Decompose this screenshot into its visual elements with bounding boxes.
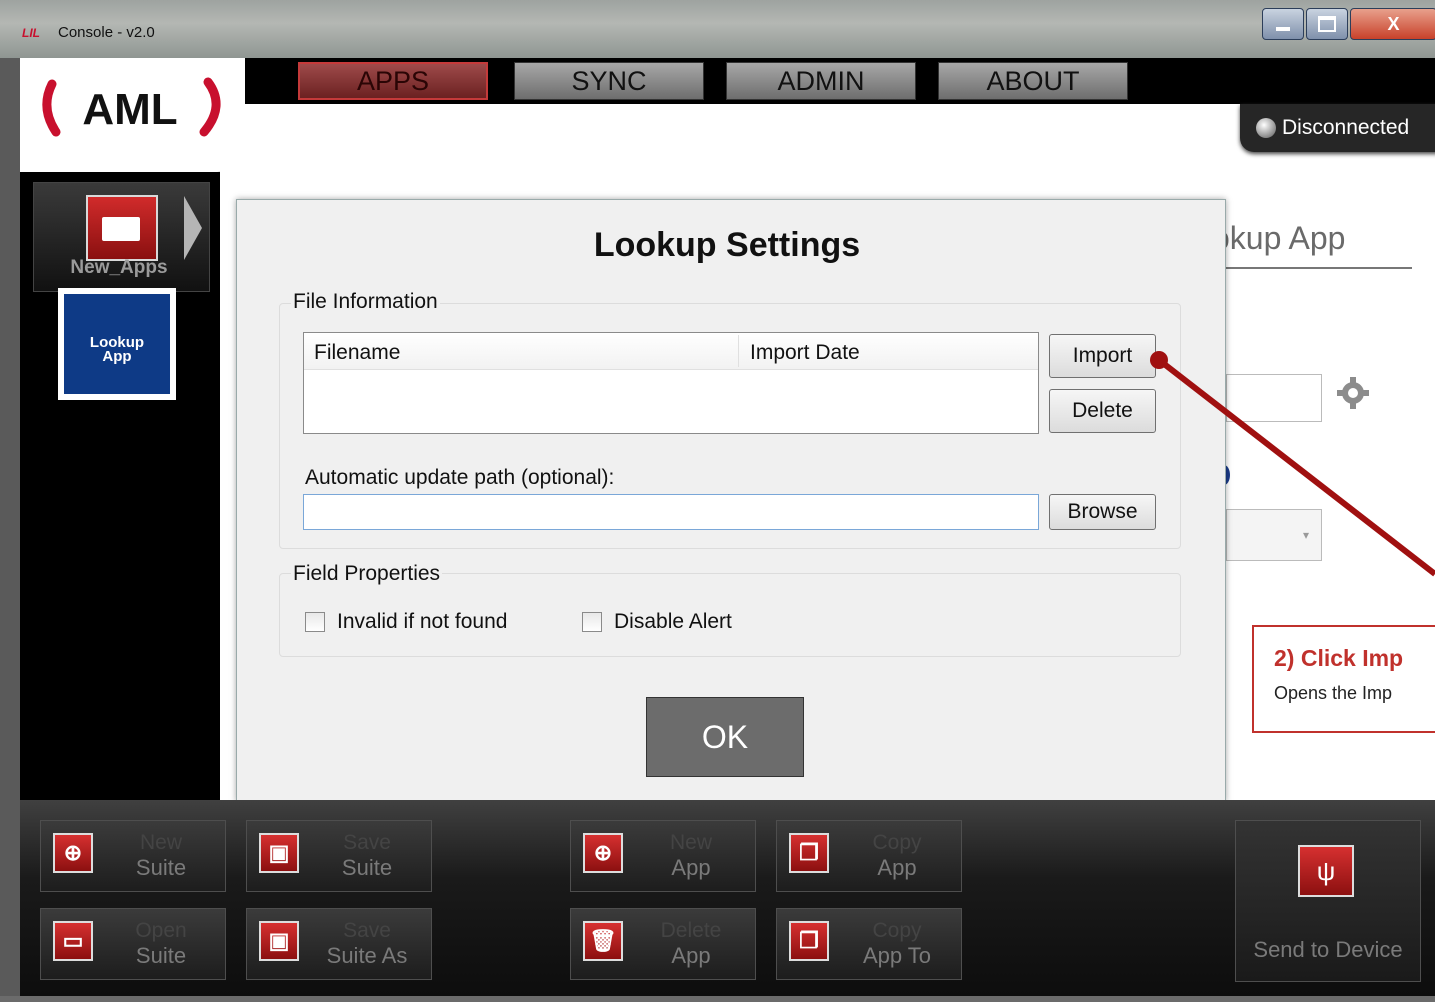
app-tile-inner: Lookup App <box>64 294 170 394</box>
maximize-icon <box>1318 16 1336 32</box>
update-path-label: Automatic update path (optional): <box>305 466 615 489</box>
save-suite-label-1: Save <box>343 831 391 854</box>
send-to-device-label: Send to Device <box>1253 937 1403 962</box>
gear-icon[interactable] <box>1336 376 1370 410</box>
field-properties-label: Field Properties <box>291 562 443 586</box>
window-bottom-border <box>0 996 1435 1002</box>
tab-admin[interactable]: ADMIN <box>726 62 916 100</box>
file-list-header: Filename Import Date <box>304 333 1038 370</box>
save-suite-as-button[interactable]: ▣ Save Suite As <box>246 908 432 980</box>
minimize-button[interactable] <box>1262 8 1304 40</box>
dialog-title: Lookup Settings <box>593 226 861 264</box>
behind-dropdown[interactable]: ▾ <box>1226 509 1322 561</box>
app-mini-logo: LIL <box>22 26 40 40</box>
invalid-if-not-found-label[interactable]: Invalid if not found <box>337 610 507 634</box>
delete-button[interactable]: Delete <box>1049 389 1156 433</box>
file-list[interactable]: Filename Import Date <box>303 332 1039 434</box>
app-tile-line2: App <box>102 348 132 365</box>
open-suite-label-2: Suite <box>135 943 187 968</box>
save-suite-as-label-2: Suite As <box>326 943 408 968</box>
maximize-button[interactable] <box>1306 8 1348 40</box>
new-suite-label-1: New <box>139 831 182 854</box>
column-filename[interactable]: Filename <box>314 341 400 365</box>
new-suite-label-2: Suite <box>135 855 187 880</box>
delete-app-label-1: Delete <box>660 919 722 942</box>
aml-logo: AML <box>42 77 221 137</box>
import-button[interactable]: Import <box>1049 334 1156 378</box>
update-path-input[interactable] <box>303 494 1039 530</box>
disable-alert-checkbox[interactable] <box>582 612 602 632</box>
close-button[interactable]: X <box>1350 8 1435 40</box>
browse-button[interactable]: Browse <box>1049 494 1156 530</box>
copy-app-to-label-1: Copy <box>872 919 922 942</box>
window-title: Console - v2.0 <box>58 24 155 41</box>
save-icon: ▣ <box>259 833 299 873</box>
expand-arrow-icon[interactable] <box>184 196 202 260</box>
tab-apps[interactable]: APPS <box>298 62 488 100</box>
callout-subtitle: Opens the Imp <box>1274 683 1393 703</box>
app-title-behind: okup App <box>1212 220 1412 269</box>
lookup-settings-dialog: Lookup Settings File Information Filenam… <box>236 199 1226 802</box>
save-suite-button[interactable]: ▣ Save Suite <box>246 820 432 892</box>
save-as-icon: ▣ <box>259 921 299 961</box>
new-app-label-1: New <box>669 831 712 854</box>
copy-app-to-button[interactable]: ❐ Copy App To <box>776 908 962 980</box>
tutorial-callout: 2) Click Imp Opens the Imp <box>1252 625 1435 733</box>
open-suite-label-1: Open <box>135 919 187 942</box>
disable-alert-label[interactable]: Disable Alert <box>614 610 732 634</box>
open-suite-button[interactable]: ▭ Open Suite <box>40 908 226 980</box>
column-divider <box>738 335 739 367</box>
copy-icon: ❐ <box>789 833 829 873</box>
save-suite-label-2: Suite <box>341 855 393 880</box>
copy-app-button[interactable]: ❐ Copy App <box>776 820 962 892</box>
trash-icon: 🗑 <box>583 921 623 961</box>
tab-sync[interactable]: SYNC <box>514 62 704 100</box>
copy-to-icon: ❐ <box>789 921 829 961</box>
status-led-icon <box>1256 118 1276 138</box>
plus-icon: ⊕ <box>583 833 623 873</box>
save-suite-as-label-1: Save <box>343 919 391 942</box>
folder-icon <box>86 195 158 261</box>
window-title-bar[interactable]: LIL Console - v2.0 X <box>0 0 1435 58</box>
send-to-device-button[interactable]: ψ Send to Device <box>1235 820 1421 982</box>
aml-logo-text: AML <box>82 85 177 134</box>
app-tile-lookup[interactable]: Lookup App <box>58 288 176 400</box>
invalid-if-not-found-checkbox[interactable] <box>305 612 325 632</box>
copy-app-to-label-2: App To <box>862 943 932 968</box>
connection-status: Disconnected <box>1240 104 1435 152</box>
delete-app-button[interactable]: 🗑 Delete App <box>570 908 756 980</box>
callout-title: 2) Click Imp <box>1274 645 1404 671</box>
usb-icon: ψ <box>1298 845 1354 897</box>
minimize-icon <box>1276 27 1290 31</box>
column-import-date[interactable]: Import Date <box>750 341 860 365</box>
folder-label: New_Apps <box>70 257 168 278</box>
ok-button[interactable]: OK <box>646 697 804 777</box>
connection-status-label: Disconnected <box>1282 116 1410 139</box>
tab-about[interactable]: ABOUT <box>938 62 1128 100</box>
file-information-label: File Information <box>291 290 440 314</box>
open-folder-icon: ▭ <box>53 921 93 961</box>
close-icon: X <box>1387 13 1400 34</box>
delete-app-label-2: App <box>671 943 711 968</box>
copy-app-label-2: App <box>877 855 917 880</box>
chevron-down-icon: ▾ <box>1303 528 1310 542</box>
new-suite-button[interactable]: ⊕ New Suite <box>40 820 226 892</box>
copy-app-label-1: Copy <box>872 831 922 854</box>
plus-icon: ⊕ <box>53 833 93 873</box>
new-app-label-2: App <box>671 855 711 880</box>
app-name-input[interactable] <box>1226 374 1322 422</box>
new-app-button[interactable]: ⊕ New App <box>570 820 756 892</box>
